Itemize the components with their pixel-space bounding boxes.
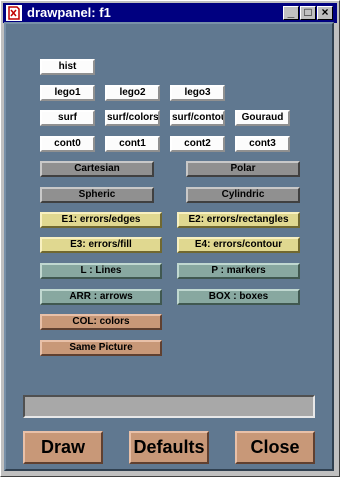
cont1-button[interactable]: cont1 (105, 136, 160, 152)
status-bar (23, 395, 315, 418)
hist-button[interactable]: hist (40, 59, 95, 75)
errors-edges-button[interactable]: E1: errors/edges (40, 212, 162, 228)
colors-button[interactable]: COL: colors (40, 314, 162, 330)
surf-contour-button[interactable]: surf/contour (170, 110, 225, 126)
gouraud-button[interactable]: Gouraud (235, 110, 290, 126)
lines-button[interactable]: L : Lines (40, 263, 162, 279)
spheric-button[interactable]: Spheric (40, 187, 154, 203)
cont3-button[interactable]: cont3 (235, 136, 290, 152)
arrows-button[interactable]: ARR : arrows (40, 289, 162, 305)
defaults-button[interactable]: Defaults (129, 431, 209, 464)
errors-fill-button[interactable]: E3: errors/fill (40, 237, 162, 253)
title-bar[interactable]: drawpanel: f1 _ □ × (3, 3, 337, 23)
close-button[interactable]: Close (235, 431, 315, 464)
cylindric-button[interactable]: Cylindric (186, 187, 300, 203)
cartesian-button[interactable]: Cartesian (40, 161, 154, 177)
polar-button[interactable]: Polar (186, 161, 300, 177)
cont0-button[interactable]: cont0 (40, 136, 95, 152)
same-picture-button[interactable]: Same Picture (40, 340, 162, 356)
lego1-button[interactable]: lego1 (40, 85, 95, 101)
close-window-button[interactable]: × (317, 6, 333, 20)
minimize-button[interactable]: _ (283, 6, 299, 20)
markers-button[interactable]: P : markers (177, 263, 300, 279)
surf-button[interactable]: surf (40, 110, 95, 126)
errors-contour-button[interactable]: E4: errors/contour (177, 237, 300, 253)
lego2-button[interactable]: lego2 (105, 85, 160, 101)
lego3-button[interactable]: lego3 (170, 85, 225, 101)
app-icon (6, 5, 22, 21)
errors-rectangles-button[interactable]: E2: errors/rectangles (177, 212, 300, 228)
surf-colors-button[interactable]: surf/colors (105, 110, 160, 126)
boxes-button[interactable]: BOX : boxes (177, 289, 300, 305)
cont2-button[interactable]: cont2 (170, 136, 225, 152)
draw-button[interactable]: Draw (23, 431, 103, 464)
maximize-button[interactable]: □ (300, 6, 316, 20)
window-title: drawpanel: f1 (27, 5, 111, 20)
